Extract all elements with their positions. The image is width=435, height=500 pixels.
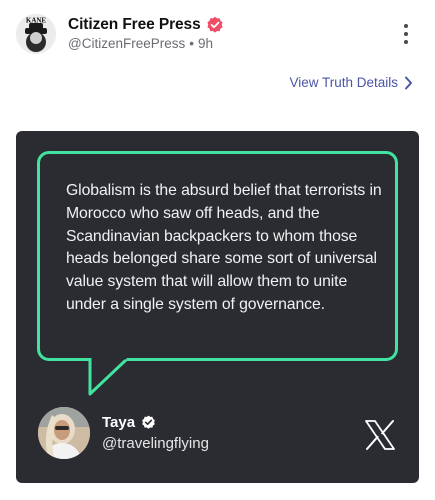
quote-text: Globalism is the absurd belief that terr… bbox=[66, 182, 382, 313]
x-logo-icon bbox=[365, 420, 395, 450]
author-handle[interactable]: @CitizenFreePress bbox=[68, 36, 185, 51]
post-meta: @CitizenFreePress • 9h bbox=[68, 36, 213, 51]
quoted-name-row: Taya bbox=[102, 414, 156, 431]
view-truth-details-link[interactable]: View Truth Details bbox=[289, 75, 413, 90]
post-header: KANE Citizen Free Press @CitizenFreePres… bbox=[0, 0, 435, 70]
more-options-button[interactable] bbox=[398, 22, 414, 46]
quoted-name: Taya bbox=[102, 414, 136, 431]
meta-separator: • bbox=[189, 36, 194, 51]
author-name-row: Citizen Free Press bbox=[68, 15, 224, 35]
author-name[interactable]: Citizen Free Press bbox=[68, 16, 201, 34]
avatar-image: KANE bbox=[16, 14, 56, 54]
embedded-image-card[interactable]: Globalism is the absurd belief that terr… bbox=[16, 131, 419, 483]
verified-check-icon bbox=[142, 415, 155, 429]
avatar-text: KANE bbox=[26, 17, 47, 25]
more-vertical-icon bbox=[404, 24, 408, 28]
chevron-right-icon bbox=[405, 76, 412, 89]
quoted-avatar bbox=[38, 407, 90, 459]
quoted-handle: @travelingflying bbox=[102, 435, 209, 452]
view-details-label: View Truth Details bbox=[289, 75, 398, 90]
speech-bubble-tail bbox=[88, 358, 130, 396]
post-time[interactable]: 9h bbox=[198, 36, 213, 51]
verified-badge-icon bbox=[206, 16, 224, 34]
avatar[interactable]: KANE bbox=[16, 14, 56, 54]
